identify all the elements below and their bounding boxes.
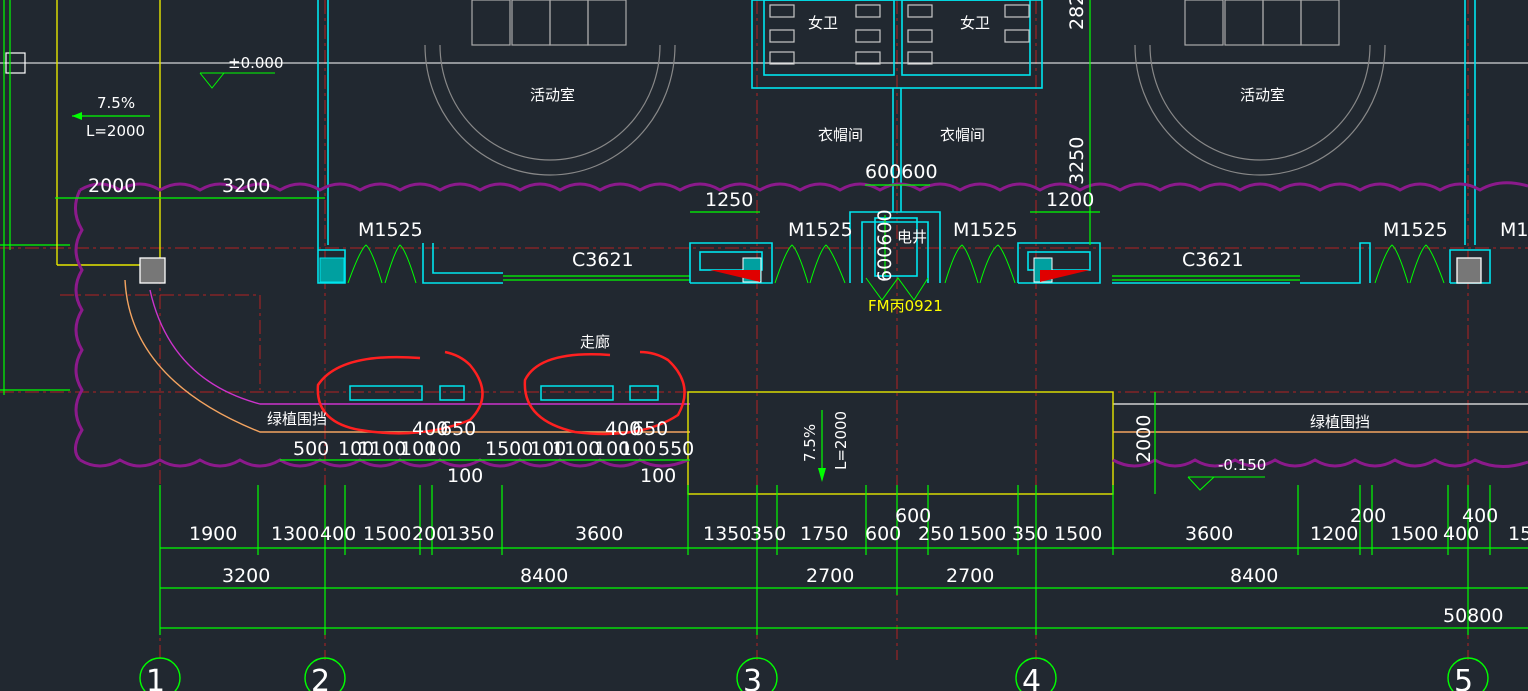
dim-row1-12: 1500 bbox=[958, 523, 1006, 545]
dim-row1-19: 15 bbox=[1508, 523, 1528, 545]
dim-400-upper: 400 bbox=[1462, 505, 1498, 527]
dim-282: 282 bbox=[1066, 0, 1088, 30]
dim-row1-8: 350 bbox=[750, 523, 786, 545]
dim-row2-0: 3200 bbox=[222, 565, 270, 587]
cad-drawing-canvas[interactable]: 女卫 女卫 活动室 活动室 衣帽间 衣帽间 走廊 电井 ±0.000 -0.15… bbox=[0, 0, 1528, 691]
dim-100-sub2: 100 bbox=[640, 465, 676, 487]
axis-label-3: 3 bbox=[743, 664, 762, 691]
ramp-left-length: L=2000 bbox=[86, 122, 145, 140]
dim-100f: 100 bbox=[620, 438, 656, 460]
room-label-toilet-left: 女卫 bbox=[808, 14, 838, 32]
ramp-left-slope: 7.5% bbox=[97, 94, 135, 112]
ramp-mid-length: L=2000 bbox=[832, 411, 850, 470]
dim-row2-3: 2700 bbox=[946, 565, 994, 587]
dim-3250: 3250 bbox=[1066, 137, 1088, 185]
dim-600-upper: 600 bbox=[895, 505, 931, 527]
dim-1200: 1200 bbox=[1046, 189, 1094, 211]
door-label-m5: M151 bbox=[1500, 219, 1528, 241]
drawing-background bbox=[0, 0, 1528, 691]
window-label-c1: C3621 bbox=[572, 249, 634, 271]
dim-650a: 650 bbox=[440, 418, 476, 440]
dim-row1-2: 400 bbox=[320, 523, 356, 545]
dim-row1-13: 350 bbox=[1012, 523, 1048, 545]
dim-total: 50800 bbox=[1443, 605, 1503, 627]
room-label-cloak-left: 衣帽间 bbox=[818, 126, 863, 144]
dim-3200: 3200 bbox=[222, 175, 270, 197]
door-label-m3: M1525 bbox=[953, 219, 1018, 241]
dim-row1-15: 3600 bbox=[1185, 523, 1233, 545]
dim-row1-3: 1500 bbox=[363, 523, 411, 545]
dim-100-sub1: 100 bbox=[447, 465, 483, 487]
level-zero-label: ±0.000 bbox=[228, 54, 284, 72]
dim-row1-5: 1350 bbox=[446, 523, 494, 545]
dim-row2-4: 8400 bbox=[1230, 565, 1278, 587]
room-label-activity-left: 活动室 bbox=[530, 86, 575, 104]
door-label-m4: M1525 bbox=[1383, 219, 1448, 241]
fire-door-label: FM丙0921 bbox=[868, 297, 943, 315]
ramp-mid-slope: 7.5% bbox=[801, 424, 819, 462]
level-minus-label: -0.150 bbox=[1218, 456, 1266, 474]
dim-row1-9: 1750 bbox=[800, 523, 848, 545]
axis-label-1: 1 bbox=[146, 664, 165, 691]
axis-label-2: 2 bbox=[311, 664, 330, 691]
dim-600600-vertical: 600600 bbox=[874, 209, 896, 282]
dim-600600: 600600 bbox=[865, 161, 938, 183]
dim-100c: 100 bbox=[425, 438, 461, 460]
dim-row1-6: 3600 bbox=[575, 523, 623, 545]
dim-1500: 1500 bbox=[485, 438, 533, 460]
planter-label-left: 绿植围挡 bbox=[267, 410, 327, 428]
dim-row2-1: 8400 bbox=[520, 565, 568, 587]
room-label-toilet-right: 女卫 bbox=[960, 14, 990, 32]
dim-row1-4: 200 bbox=[412, 523, 448, 545]
door-label-m1: M1525 bbox=[358, 219, 423, 241]
dim-2000: 2000 bbox=[88, 175, 136, 197]
dim-row1-7: 1350 bbox=[703, 523, 751, 545]
dim-row1-1: 1300 bbox=[271, 523, 319, 545]
dim-row2-2: 2700 bbox=[806, 565, 854, 587]
dim-2000-vertical: 2000 bbox=[1133, 415, 1155, 463]
window-label-c2: C3621 bbox=[1182, 249, 1244, 271]
dim-row1-0: 1900 bbox=[189, 523, 237, 545]
room-label-shaft: 电井 bbox=[897, 228, 927, 246]
dim-200-upper: 200 bbox=[1350, 505, 1386, 527]
planter-label-right: 绿植围挡 bbox=[1310, 413, 1370, 431]
dim-row1-14: 1500 bbox=[1054, 523, 1102, 545]
axis-label-4: 4 bbox=[1022, 664, 1041, 691]
door-label-m2: M1525 bbox=[788, 219, 853, 241]
dim-1250: 1250 bbox=[705, 189, 753, 211]
dim-row1-17: 1500 bbox=[1390, 523, 1438, 545]
room-label-activity-right: 活动室 bbox=[1240, 86, 1285, 104]
room-label-corridor: 走廊 bbox=[580, 333, 610, 351]
dim-500: 500 bbox=[293, 438, 329, 460]
room-label-cloak-right: 衣帽间 bbox=[940, 126, 985, 144]
dim-550: 550 bbox=[658, 438, 694, 460]
axis-label-5: 5 bbox=[1454, 664, 1473, 691]
dim-650b: 650 bbox=[632, 418, 668, 440]
